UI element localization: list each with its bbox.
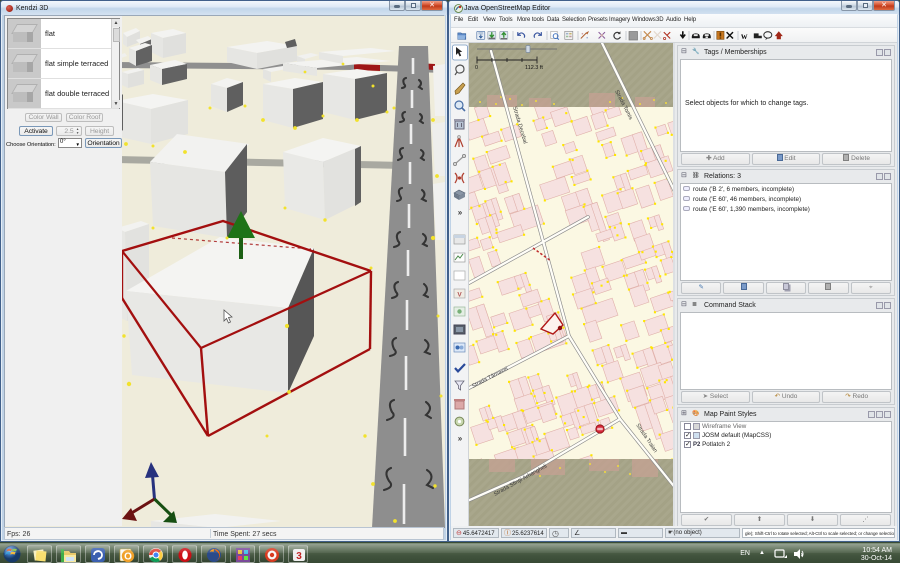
svg-text:»: » xyxy=(458,208,463,217)
svg-text:»: » xyxy=(458,434,463,443)
svg-text:w: w xyxy=(741,31,748,41)
svg-text:O: O xyxy=(124,551,132,562)
svg-text:V: V xyxy=(457,292,462,299)
svg-text:3: 3 xyxy=(296,551,302,562)
svg-text:112.3 ft: 112.3 ft xyxy=(525,65,543,71)
svg-text:0: 0 xyxy=(475,65,478,71)
